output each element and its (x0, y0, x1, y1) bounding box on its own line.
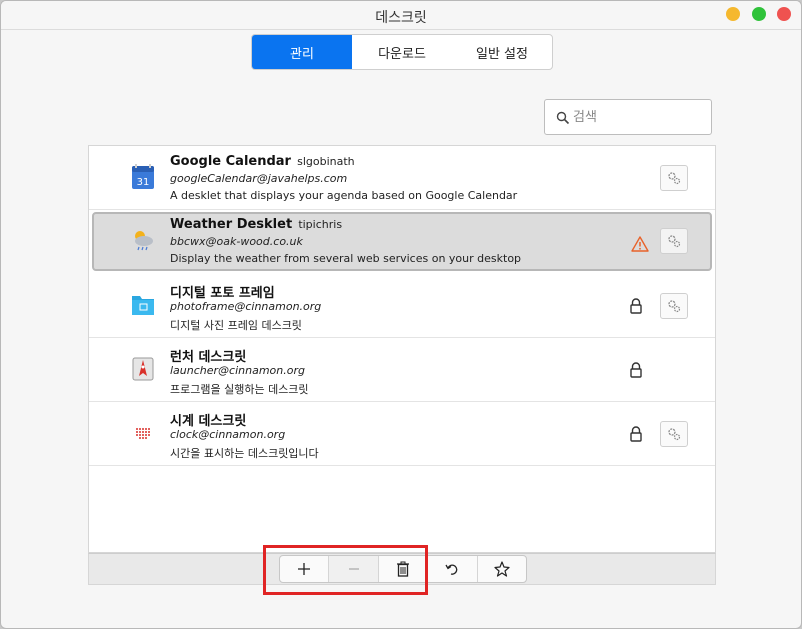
title-bar[interactable]: 데스크릿 (1, 1, 801, 30)
highlight-button[interactable] (478, 556, 526, 582)
toolbar-button-group (279, 555, 527, 583)
configure-button[interactable] (660, 293, 688, 319)
remove-button[interactable] (329, 556, 379, 582)
desklet-description: 프로그램을 실행하는 데스크릿 (170, 383, 309, 396)
desklet-description: Display the weather from several web ser… (170, 252, 522, 265)
minus-icon (348, 568, 359, 570)
launcher-icon (132, 357, 154, 381)
desklet-name: Google Calendar slgobinath (170, 154, 355, 169)
minimize-button[interactable] (726, 7, 740, 21)
gear-icon (668, 235, 681, 248)
desklet-author: slgobinath (297, 155, 355, 168)
restore-button[interactable] (428, 556, 478, 582)
desklet-uuid: googleCalendar@javahelps.com (170, 172, 348, 185)
list-toolbar (88, 553, 716, 585)
svg-text:31: 31 (137, 177, 150, 188)
configure-button[interactable] (660, 228, 688, 254)
weather-icon (135, 231, 153, 251)
undo-icon (445, 564, 458, 575)
window-title: 데스크릿 (375, 10, 427, 26)
search-input[interactable] (573, 107, 703, 127)
configure-button[interactable] (660, 421, 688, 447)
gear-icon (668, 172, 681, 185)
folder-icon (132, 296, 154, 315)
desklet-row-launcher[interactable]: 런처 데스크릿 launcher@cinnamon.org 프로그램을 실행하는… (89, 338, 715, 402)
add-button[interactable] (280, 556, 330, 582)
lock-icon (630, 362, 642, 378)
clock-icon (136, 428, 150, 439)
tab-bar: 관리 다운로드 일반 설정 (251, 34, 553, 70)
search-icon (556, 111, 570, 125)
plus-icon (298, 563, 311, 575)
desklet-row-google-calendar[interactable]: 31 Google Calendar slgobinath googleCale… (89, 146, 715, 210)
gear-icon (668, 428, 681, 441)
desklet-description: 시간을 표시하는 데스크릿입니다 (170, 447, 319, 460)
maximize-button[interactable] (752, 7, 766, 21)
tab-general-settings[interactable]: 일반 설정 (452, 35, 552, 69)
desklet-uuid: photoframe@cinnamon.org (170, 300, 322, 313)
gear-icon (668, 300, 681, 313)
lock-icon (630, 298, 642, 314)
desklet-author: tipichris (298, 218, 343, 231)
pin-icon (494, 561, 510, 577)
trash-icon (397, 561, 410, 577)
desklet-name: 런처 데스크릿 (170, 350, 247, 365)
desklet-name: 시계 데스크릿 (170, 414, 247, 429)
desklet-list: 31 Google Calendar slgobinath googleCale… (88, 145, 716, 553)
desklet-uuid: clock@cinnamon.org (170, 428, 286, 441)
warning-icon (631, 236, 649, 252)
desklet-name: Weather Desklet tipichris (170, 217, 343, 232)
desklet-uuid: bbcwx@oak-wood.co.uk (170, 235, 303, 248)
search-box[interactable] (544, 99, 712, 135)
uninstall-button[interactable] (379, 556, 429, 582)
desklet-row-photoframe[interactable]: 디지털 포토 프레임 photoframe@cinnamon.org 디지털 사… (89, 274, 715, 338)
desklet-description: A desklet that displays your agenda base… (170, 189, 518, 202)
desklet-name: 디지털 포토 프레임 (170, 286, 275, 301)
desklet-row-clock[interactable]: 시계 데스크릿 clock@cinnamon.org 시간을 표시하는 데스크릿… (89, 402, 715, 466)
configure-button[interactable] (660, 165, 688, 191)
lock-icon (630, 426, 642, 442)
desklet-uuid: launcher@cinnamon.org (170, 364, 305, 377)
tab-download[interactable]: 다운로드 (352, 35, 452, 69)
close-button[interactable] (777, 7, 791, 21)
desklet-row-weather[interactable]: Weather Desklet tipichris bbcwx@oak-wood… (92, 212, 712, 271)
desklets-window: 데스크릿 관리 다운로드 일반 설정 31 Google Calendar sl… (0, 0, 802, 629)
desklet-description: 디지털 사진 프레임 데스크릿 (170, 319, 302, 332)
calendar-icon: 31 (132, 164, 154, 189)
tab-manage[interactable]: 관리 (252, 35, 352, 69)
